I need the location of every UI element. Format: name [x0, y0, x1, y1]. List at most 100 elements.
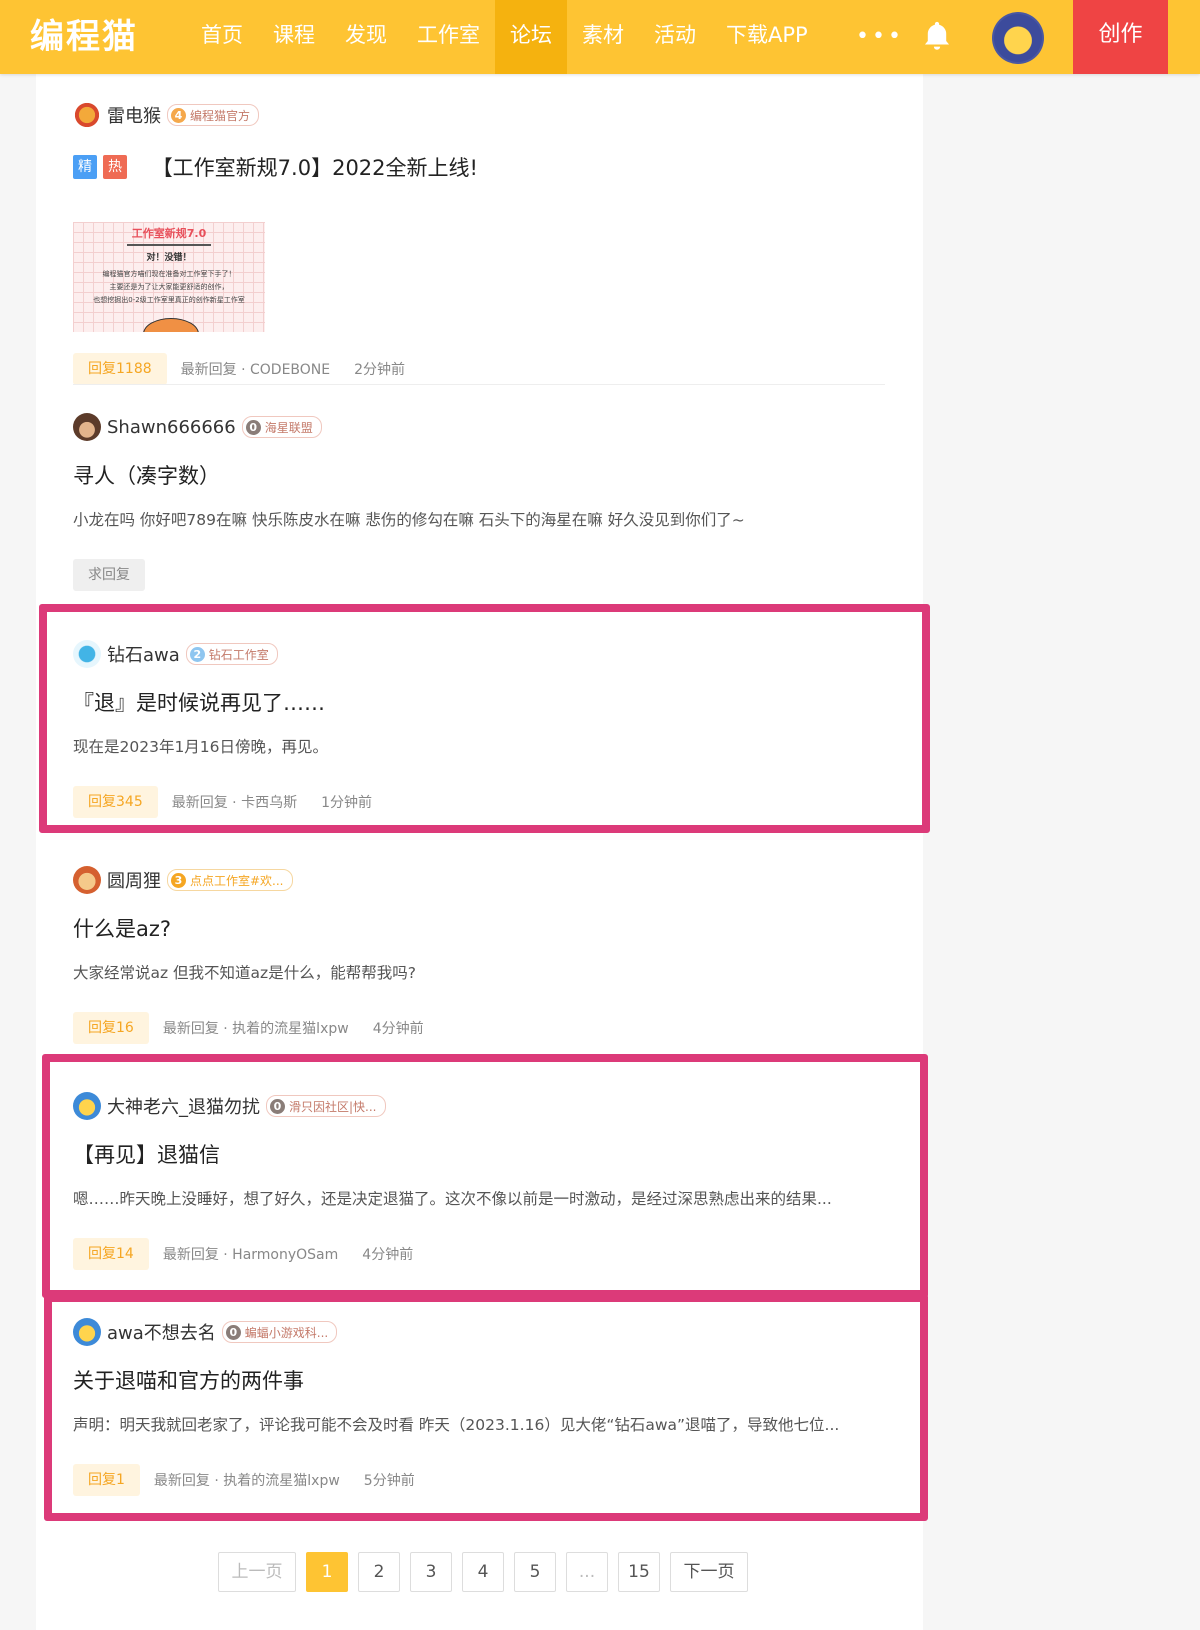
thumbnail-line: 主要还是为了让大家能更舒适的创作， [109, 283, 229, 291]
author-name[interactable]: 大神老六_退猫勿扰 [107, 1093, 260, 1119]
nav-materials[interactable]: 素材 [567, 0, 639, 74]
post-time: 4分钟前 [372, 1021, 424, 1037]
author-name[interactable]: Shawn666666 [107, 417, 236, 438]
studio-badge[interactable]: 0 蝙蝠小游戏科... [221, 1321, 338, 1343]
post-meta: 回复1188 最新回复 · CODEBONE 2分钟前 [73, 353, 405, 385]
post-time: 5分钟前 [363, 1473, 415, 1489]
latest-reply: 最新回复 · 卡西乌斯 [171, 795, 298, 811]
post-meta: 回复16 最新回复 · 执着的流星猫lxpw 4分钟前 [73, 1012, 424, 1044]
next-page-button[interactable]: 下一页 [670, 1552, 748, 1592]
reply-count[interactable]: 回复345 [73, 786, 158, 818]
post-title[interactable]: 精热 【工作室新规7.0】2022全新上线! [73, 152, 478, 182]
author-avatar[interactable] [73, 866, 101, 894]
post-item[interactable]: 大神老六_退猫勿扰 0 滑只因社区|快... 【再见】退猫信 嗯……昨天晚上没睡好… [36, 1091, 923, 1311]
create-button[interactable]: 创作 [1073, 0, 1168, 74]
post-time: 1分钟前 [321, 795, 373, 811]
reply-count[interactable]: 回复1 [73, 1464, 140, 1496]
author-avatar[interactable] [73, 640, 101, 668]
badge-text: 钻石工作室 [208, 647, 269, 662]
post-author: 圆周狸 3 点点工作室#欢... [73, 865, 293, 895]
reply-count[interactable]: 回复16 [73, 1012, 149, 1044]
author-name[interactable]: 圆周狸 [107, 867, 161, 893]
post-excerpt[interactable]: 声明：明天我就回老家了，评论我可能不会及时看 昨天（2023.1.16）见大佬“… [73, 1413, 885, 1435]
post-title[interactable]: 寻人（凑字数） [73, 460, 220, 490]
badge-text: 滑只因社区|快... [289, 1099, 377, 1114]
post-author: 钻石awa 2 钻石工作室 [73, 639, 278, 669]
nav-studio[interactable]: 工作室 [402, 0, 495, 74]
badge-text: 编程猫官方 [190, 108, 251, 123]
page-button-3[interactable]: 3 [410, 1552, 452, 1592]
author-name[interactable]: 钻石awa [107, 641, 180, 667]
top-navigation-bar: 编程猫 首页 课程 发现 工作室 论坛 素材 活动 下载APP ••• 创作 [0, 0, 1200, 74]
latest-reply: 最新回复 · 执着的流星猫lxpw [153, 1473, 340, 1489]
post-item[interactable]: Shawn666666 0 海星联盟 寻人（凑字数） 小龙在吗 你好吧789在嘛 … [36, 412, 923, 662]
author-name[interactable]: awa不想去名 [107, 1319, 216, 1345]
post-author: Shawn666666 0 海星联盟 [73, 412, 322, 442]
nav-home[interactable]: 首页 [186, 0, 258, 74]
cat-illustration [143, 318, 199, 332]
level-icon: 2 [189, 646, 205, 662]
pagination: 上一页 1 2 3 4 5 ... 15 下一页 [218, 1552, 748, 1592]
post-excerpt[interactable]: 小龙在吗 你好吧789在嘛 快乐陈皮水在嘛 悲伤的修勾在嘛 石头下的海星在嘛 好… [73, 508, 885, 530]
reply-request-tag[interactable]: 求回复 [73, 559, 145, 591]
post-author: awa不想去名 0 蝙蝠小游戏科... [73, 1317, 338, 1347]
post-excerpt[interactable]: 大家经常说az 但我不知道az是什么，能帮帮我吗? [73, 961, 885, 983]
reply-count[interactable]: 回复14 [73, 1238, 149, 1270]
level-icon: 0 [225, 1324, 241, 1340]
post-item[interactable]: 钻石awa 2 钻石工作室 『退』是时候说再见了…… 现在是2023年1月16日傍… [36, 639, 923, 879]
user-avatar[interactable] [992, 12, 1044, 64]
nav-download-app[interactable]: 下载APP [711, 0, 823, 74]
thumbnail-line: 编程猫官方喵们现在准备对工作室下手了！ [102, 270, 236, 278]
post-thumbnail[interactable]: 工作室新规7.0 对！没错！ 编程猫官方喵们现在准备对工作室下手了！ 主要还是为… [73, 222, 265, 332]
nav-forum[interactable]: 论坛 [495, 0, 567, 74]
more-menu-icon[interactable]: ••• [856, 24, 904, 49]
post-excerpt[interactable]: 嗯……昨天晚上没睡好，想了好久，还是决定退猫了。这次不像以前是一时激动，是经过深… [73, 1187, 885, 1209]
post-excerpt[interactable]: 现在是2023年1月16日傍晚，再见。 [73, 735, 885, 757]
author-name[interactable]: 雷电猴 [107, 102, 161, 128]
page-ellipsis: ... [566, 1552, 608, 1592]
thumbnail-line: 也想挖掘出0-2级工作室里真正的创作新星工作室 [93, 296, 245, 304]
main-nav: 首页 课程 发现 工作室 论坛 素材 活动 下载APP [186, 0, 823, 74]
author-avatar[interactable] [73, 413, 101, 441]
level-icon: 0 [270, 1098, 285, 1114]
studio-badge[interactable]: 3 点点工作室#欢... [167, 869, 293, 891]
studio-badge[interactable]: 0 滑只因社区|快... [266, 1095, 386, 1117]
post-meta: 回复14 最新回复 · HarmonyOSam 4分钟前 [73, 1238, 413, 1270]
post-item[interactable]: 雷电猴 4 编程猫官方 精热 【工作室新规7.0】2022全新上线! 工作室新规7… [36, 100, 923, 400]
post-item[interactable]: awa不想去名 0 蝙蝠小游戏科... 关于退喵和官方的两件事 声明：明天我就回老… [36, 1317, 923, 1537]
author-avatar[interactable] [73, 1092, 101, 1120]
latest-reply: 最新回复 · CODEBONE [180, 362, 331, 378]
badge-text: 蝙蝠小游戏科... [244, 1325, 329, 1340]
site-logo[interactable]: 编程猫 [30, 12, 138, 62]
post-author: 大神老六_退猫勿扰 0 滑只因社区|快... [73, 1091, 386, 1121]
nav-discover[interactable]: 发现 [330, 0, 402, 74]
page-button-4[interactable]: 4 [462, 1552, 504, 1592]
latest-reply: 最新回复 · 执着的流星猫lxpw [162, 1021, 349, 1037]
notification-bell-icon[interactable] [920, 18, 954, 54]
nav-events[interactable]: 活动 [639, 0, 711, 74]
post-meta: 回复345 最新回复 · 卡西乌斯 1分钟前 [73, 786, 372, 818]
post-title[interactable]: 『退』是时候说再见了…… [73, 687, 325, 717]
badge-text: 点点工作室#欢... [190, 873, 284, 888]
author-avatar[interactable] [73, 101, 101, 129]
nav-courses[interactable]: 课程 [258, 0, 330, 74]
post-meta: 回复1 最新回复 · 执着的流星猫lxpw 5分钟前 [73, 1464, 415, 1496]
post-item[interactable]: 圆周狸 3 点点工作室#欢... 什么是az? 大家经常说az 但我不知道az是什… [36, 865, 923, 1085]
post-title[interactable]: 关于退喵和官方的两件事 [73, 1365, 304, 1395]
post-time: 4分钟前 [362, 1247, 414, 1263]
page-button-5[interactable]: 5 [514, 1552, 556, 1592]
reply-count[interactable]: 回复1188 [73, 353, 167, 385]
thumbnail-subtitle: 对！没错！ [146, 253, 192, 263]
post-title[interactable]: 【再见】退猫信 [73, 1139, 220, 1169]
page-button-15[interactable]: 15 [618, 1552, 660, 1592]
studio-badge[interactable]: 2 钻石工作室 [185, 643, 278, 665]
studio-badge[interactable]: 0 海星联盟 [241, 416, 322, 438]
page-button-1[interactable]: 1 [306, 1552, 348, 1592]
post-meta: 求回复 [73, 559, 159, 591]
latest-reply: 最新回复 · HarmonyOSam [162, 1247, 339, 1263]
prev-page-button[interactable]: 上一页 [218, 1552, 296, 1592]
page-button-2[interactable]: 2 [358, 1552, 400, 1592]
studio-badge[interactable]: 4 编程猫官方 [167, 104, 260, 126]
post-title[interactable]: 什么是az? [73, 913, 171, 943]
author-avatar[interactable] [73, 1318, 101, 1346]
